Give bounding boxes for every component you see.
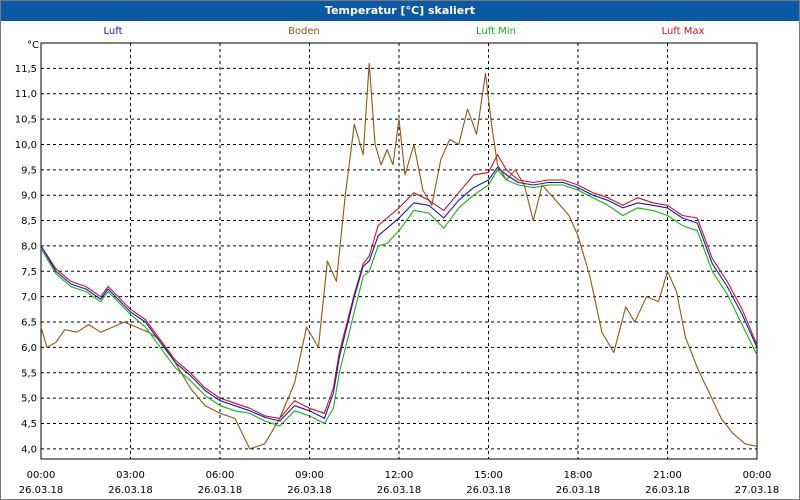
- y-axis-unit: °C: [27, 40, 39, 51]
- y-tick-label: 10,5: [15, 115, 37, 126]
- legend-entry-luft-max: Luft Max: [662, 26, 705, 37]
- x-tick-date: 26.03.18: [377, 485, 422, 496]
- chart-window: Temperatur [°C] skaliert °C 4,0 4,5 5,0 5,5 6…: [0, 0, 800, 500]
- x-tick-date: 26.03.18: [645, 485, 690, 496]
- y-tick-label: 5,0: [21, 394, 37, 405]
- y-tick-label: 7,5: [21, 267, 37, 278]
- x-tick-time: 03:00: [116, 470, 145, 481]
- x-tick-time: 09:00: [295, 470, 324, 481]
- legend-entry-luft: Luft: [104, 26, 123, 37]
- y-tick-label: 9,0: [21, 191, 37, 202]
- x-tick-date: 26.03.18: [287, 485, 332, 496]
- y-tick-label: 4,0: [21, 444, 37, 455]
- x-tick-time: 18:00: [564, 470, 593, 481]
- x-tick-time: 00:00: [27, 470, 56, 481]
- y-tick-label: 7,0: [21, 292, 37, 303]
- x-tick-time: 06:00: [206, 470, 235, 481]
- y-tick-label: 5,5: [21, 368, 37, 379]
- y-tick-label: 8,5: [21, 216, 37, 227]
- x-tick-date: 26.03.18: [466, 485, 511, 496]
- y-tick-label: 6,5: [21, 318, 37, 329]
- y-tick-label: 8,0: [21, 241, 37, 252]
- legend-entry-boden: Boden: [288, 26, 320, 37]
- x-tick-time: 15:00: [474, 470, 503, 481]
- x-tick-time: 00:00: [743, 470, 772, 481]
- x-tick-date: 27.03.18: [735, 485, 780, 496]
- y-tick-label: 9,5: [21, 165, 37, 176]
- temperature-chart: °C 4,0 4,5 5,0 5,5 6,0 6,5 7,0 7,5 8,0 8,5 9,0 9,5 10…: [15, 26, 780, 496]
- x-tick-date: 26.03.18: [19, 485, 64, 496]
- window-title: Temperatur [°C] skaliert: [1, 1, 799, 21]
- y-tick-label: 11,5: [15, 64, 37, 75]
- x-tick-date: 26.03.18: [108, 485, 153, 496]
- y-tick-label: 6,0: [21, 343, 37, 354]
- x-tick-time: 21:00: [653, 470, 682, 481]
- y-tick-label: 11,0: [15, 89, 37, 100]
- y-tick-label: 10,0: [15, 140, 37, 151]
- x-tick-date: 26.03.18: [198, 485, 243, 496]
- legend-entry-luft-min: Luft Min: [476, 26, 516, 37]
- x-tick-date: 26.03.18: [556, 485, 601, 496]
- x-tick-time: 12:00: [385, 470, 414, 481]
- y-tick-label: 4,5: [21, 419, 37, 430]
